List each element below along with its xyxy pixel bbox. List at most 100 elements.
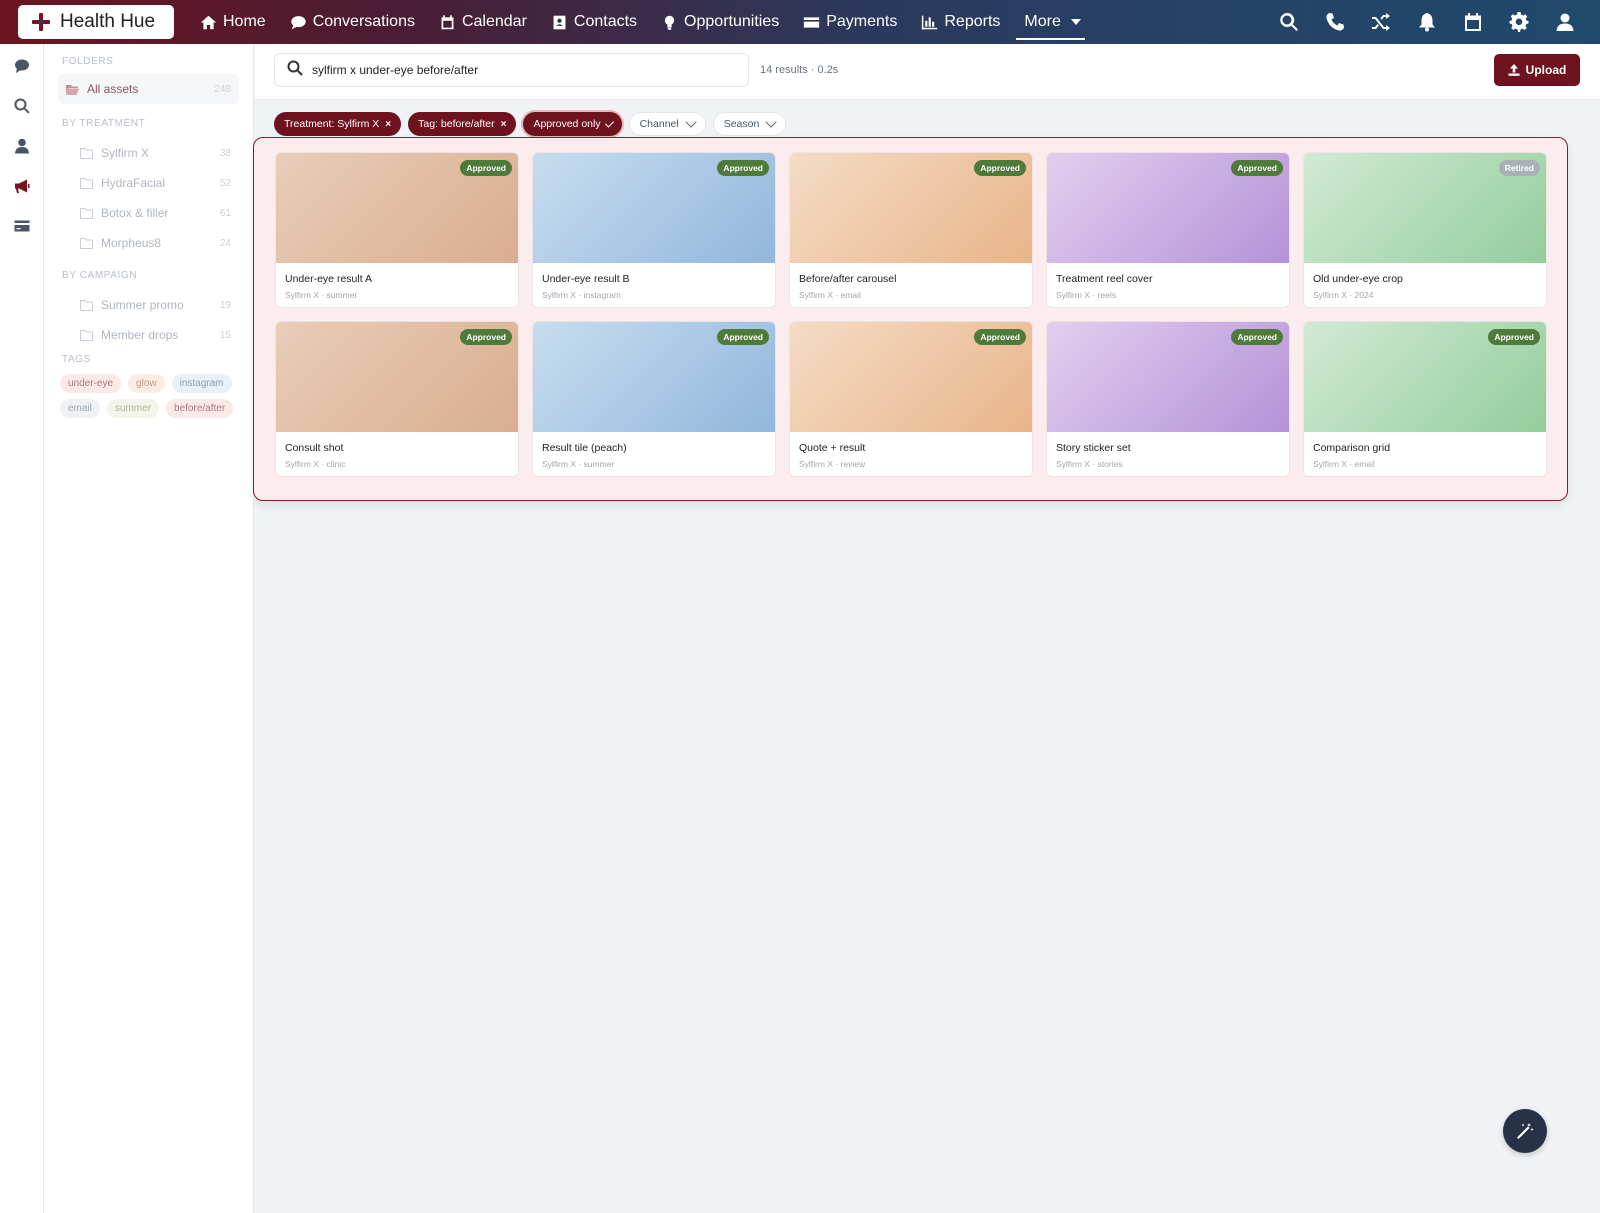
tag-summer[interactable]: summer — [106, 399, 160, 418]
chip-label: Approved only — [533, 118, 601, 130]
folder-label: Botox & filler — [101, 206, 169, 220]
campaign-section-title: BY CAMPAIGN — [62, 270, 138, 281]
asset-thumbnail: Approved — [1304, 322, 1546, 432]
folder-count: 61 — [219, 207, 231, 219]
folder-icon — [80, 299, 93, 311]
app-logo[interactable]: Health Hue — [18, 5, 174, 39]
filter-chip-tag[interactable]: Tag: before/after × — [408, 112, 517, 136]
nav-item-opportunities[interactable]: Opportunities — [649, 0, 791, 44]
folder-member-drops[interactable]: Member drops 15 — [58, 320, 239, 350]
asset-card[interactable]: Approved Comparison grid Sylfirm X · email — [1303, 321, 1547, 477]
tag-instagram[interactable]: instagram — [171, 374, 232, 393]
nav-item-reports[interactable]: Reports — [909, 0, 1012, 44]
filter-chip-approved-only[interactable]: Approved only — [523, 112, 622, 136]
nav-utility-icons — [1266, 0, 1588, 44]
user-icon[interactable] — [0, 126, 44, 166]
nav-item-payments[interactable]: Payments — [791, 0, 909, 44]
calendar-icon — [439, 14, 456, 31]
phone-icon[interactable] — [1312, 0, 1358, 44]
asset-title: Comparison grid — [1313, 442, 1391, 454]
asset-thumbnail: Approved — [276, 322, 518, 432]
card-icon[interactable] — [0, 206, 44, 246]
tag-list: under-eye glow instagram email summer be… — [58, 368, 239, 424]
status-badge: Approved — [974, 160, 1026, 176]
asset-grid-panel: Approved Under-eye result A Sylfirm X · su… — [253, 137, 1568, 501]
tag-email[interactable]: email — [60, 399, 100, 418]
left-icon-rail — [0, 44, 44, 1213]
chat-icon[interactable] — [0, 46, 44, 86]
tag-glow[interactable]: glow — [128, 374, 165, 393]
nav-item-label: Contacts — [573, 13, 638, 30]
megaphone-icon[interactable] — [0, 166, 44, 206]
asset-title: Consult shot — [285, 442, 344, 454]
nav-item-more[interactable]: More — [1012, 0, 1088, 44]
search-icon — [287, 60, 303, 81]
tags-section-title: TAGS — [62, 354, 91, 365]
folder-morpheus8[interactable]: Morpheus8 24 — [58, 228, 239, 258]
check-icon — [604, 117, 614, 128]
status-badge: Approved — [460, 160, 512, 176]
asset-card[interactable]: Approved Under-eye result B Sylfirm X · in… — [532, 152, 776, 308]
status-badge: Approved — [1231, 329, 1283, 345]
folder-icon — [80, 207, 93, 219]
asset-meta: Sylfirm X · stories — [1056, 459, 1123, 469]
folder-sylfirm-x[interactable]: Sylfirm X 38 — [58, 138, 239, 168]
asset-card[interactable]: Approved Treatment reel cover Sylfirm X · … — [1046, 152, 1290, 308]
chip-label: Channel — [639, 118, 679, 130]
bell-icon[interactable] — [1404, 0, 1450, 44]
filter-dropdown-season[interactable]: Season — [712, 112, 787, 136]
search-box — [274, 53, 749, 87]
nav-item-label: Opportunities — [684, 13, 780, 30]
folder-label: Morpheus8 — [101, 236, 162, 250]
asset-card[interactable]: Approved Before/after carousel Sylfirm X ·… — [789, 152, 1033, 308]
remove-filter-icon[interactable]: × — [501, 119, 507, 130]
asset-card[interactable]: Approved Quote + result Sylfirm X · review — [789, 321, 1033, 477]
user-icon[interactable] — [1542, 0, 1588, 44]
asset-card[interactable]: Approved Under-eye result A Sylfirm X · su… — [275, 152, 519, 308]
asset-card[interactable]: Approved Consult shot Sylfirm X · clinic — [275, 321, 519, 477]
asset-card[interactable]: Approved Story sticker set Sylfirm X · sto… — [1046, 321, 1290, 477]
folders-section-title: FOLDERS — [62, 56, 114, 67]
asset-meta: Sylfirm X · instagram — [542, 290, 621, 300]
chat-icon — [290, 14, 307, 31]
search-icon[interactable] — [0, 86, 44, 126]
asset-card[interactable]: Retired Old under-eye crop Sylfirm X · 202… — [1303, 152, 1547, 308]
folder-summer-promo[interactable]: Summer promo 19 — [58, 290, 239, 320]
tag-before-after[interactable]: before/after — [166, 399, 234, 418]
gear-icon[interactable] — [1496, 0, 1542, 44]
folder-botox-filler[interactable]: Botox & filler 61 — [58, 198, 239, 228]
remove-filter-icon[interactable]: × — [385, 119, 391, 130]
folder-hydrafacial[interactable]: HydraFacial 52 — [58, 168, 239, 198]
search-icon[interactable] — [1266, 0, 1312, 44]
folder-sidebar: FOLDERS All assets 248 BY TREATMENT Sylf… — [44, 44, 254, 1213]
shuffle-icon[interactable] — [1358, 0, 1404, 44]
folder-count: 24 — [219, 237, 231, 249]
folder-count: 52 — [219, 177, 231, 189]
contact-card-icon — [551, 14, 568, 31]
asset-thumbnail: Approved — [1047, 153, 1289, 263]
asset-title: Old under-eye crop — [1313, 273, 1403, 285]
filter-dropdown-channel[interactable]: Channel — [628, 112, 706, 136]
chip-label: Tag: before/after — [418, 118, 495, 130]
upload-icon — [1508, 64, 1520, 76]
asset-card[interactable]: Approved Result tile (peach) Sylfirm X · s… — [532, 321, 776, 477]
asset-meta: Sylfirm X · 2024 — [1313, 290, 1374, 300]
upload-button[interactable]: Upload — [1494, 54, 1580, 86]
tag-under-eye[interactable]: under-eye — [60, 374, 122, 393]
chevron-down-icon — [685, 116, 697, 128]
magic-wand-button[interactable] — [1503, 1109, 1547, 1153]
home-icon — [200, 14, 217, 31]
nav-item-conversations[interactable]: Conversations — [278, 0, 427, 44]
nav-item-contacts[interactable]: Contacts — [539, 0, 649, 44]
search-input[interactable] — [312, 63, 732, 77]
filter-chip-treatment[interactable]: Treatment: Sylfirm X × — [274, 112, 402, 136]
nav-item-label: Home — [223, 13, 266, 30]
top-navigation-bar: Health Hue Home Conversations Calendar C… — [0, 0, 1600, 44]
nav-item-calendar[interactable]: Calendar — [427, 0, 539, 44]
calendar-icon[interactable] — [1450, 0, 1496, 44]
folder-all-assets[interactable]: All assets 248 — [58, 74, 239, 104]
asset-title: Result tile (peach) — [542, 442, 627, 454]
asset-meta: Sylfirm X · review — [799, 459, 866, 469]
nav-item-home[interactable]: Home — [188, 0, 278, 44]
status-badge: Approved — [460, 329, 512, 345]
